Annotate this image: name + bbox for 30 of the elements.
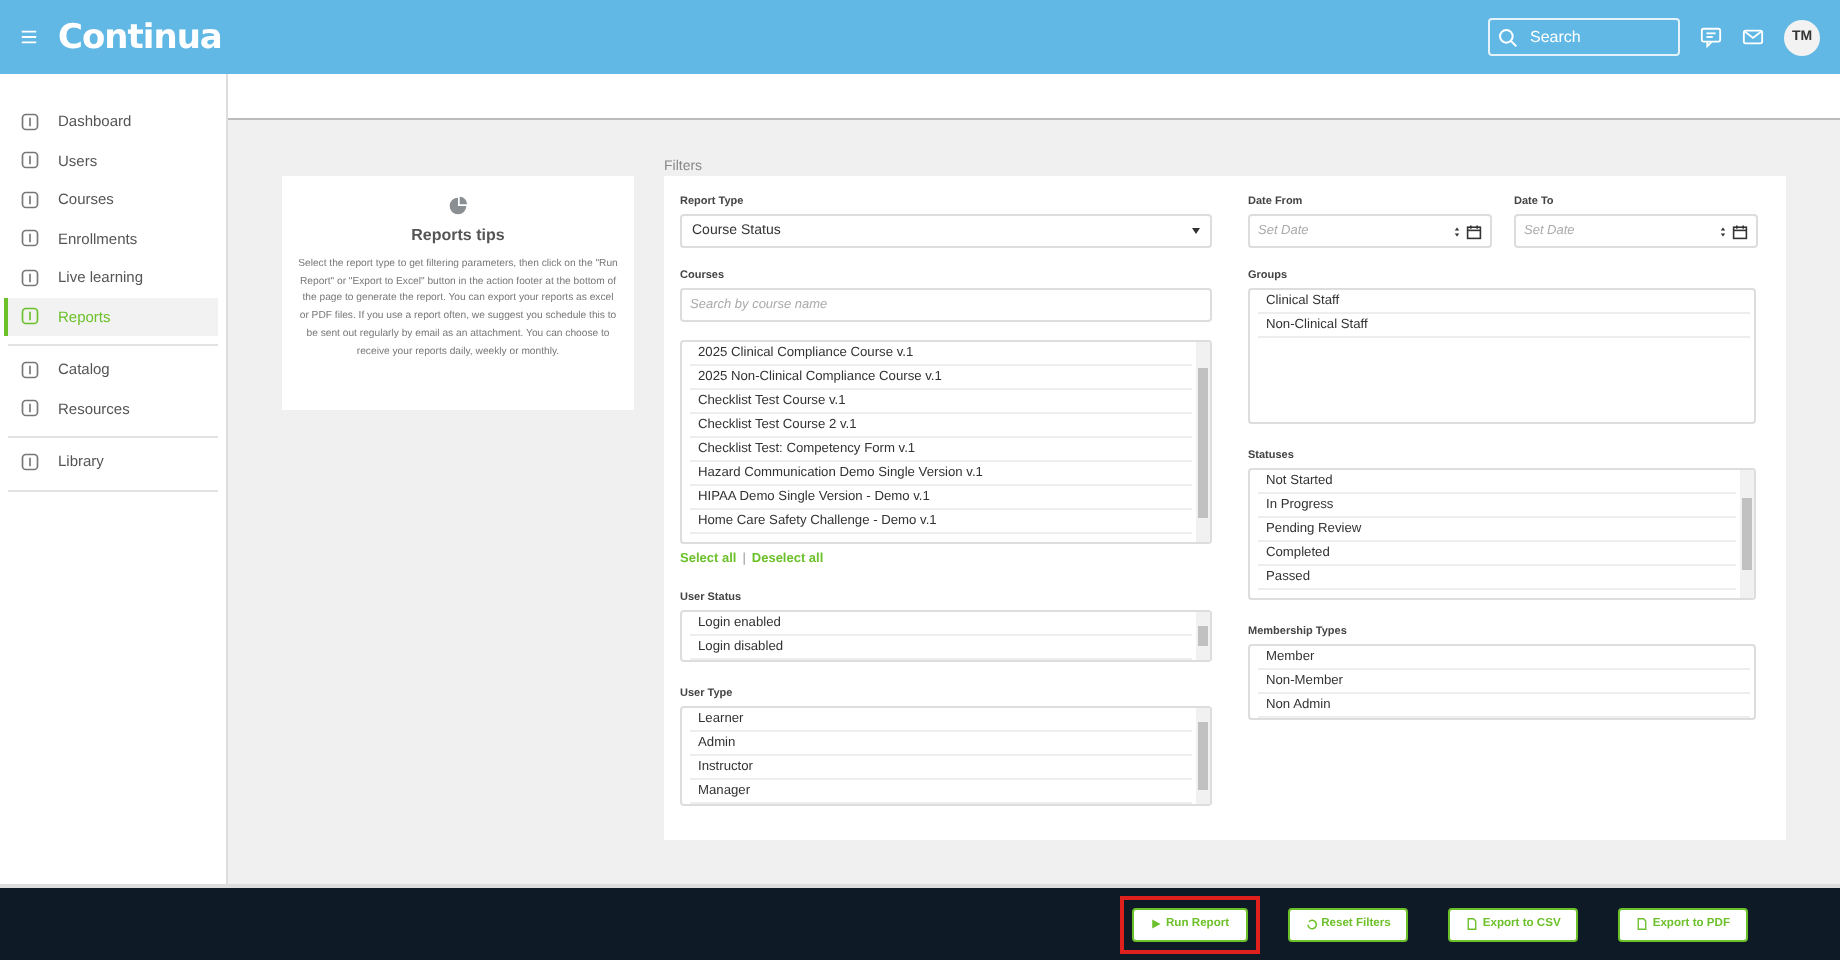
courses-list[interactable] [680,340,1212,544]
nav-icon [20,359,40,380]
search-icon [1498,27,1518,47]
nav-icon [20,189,40,210]
scrollbar[interactable] [1740,470,1754,598]
scrollbar[interactable] [1196,708,1210,804]
spinner-icon[interactable] [1720,225,1726,237]
nav-icon [20,228,40,249]
nav-icon [20,398,40,419]
nav-icon [20,306,40,327]
calendar-icon[interactable] [1466,223,1482,239]
pie-chart-icon [448,196,468,216]
nav-icon [20,451,40,472]
document-icon [1636,918,1649,930]
nav-icon [20,111,40,132]
tips-title: Reports tips [411,226,505,244]
search-field[interactable]: Search [1488,18,1680,56]
play-icon [1150,918,1162,930]
document-icon [1466,918,1479,930]
caret-icon [1192,228,1200,234]
nav-icon [20,267,40,288]
chat-icon[interactable] [1700,26,1722,48]
scrollbar[interactable] [1196,612,1210,660]
spinner-icon[interactable] [1454,225,1460,237]
mail-icon[interactable] [1742,26,1764,48]
nav-icon [20,150,40,171]
scrollbar[interactable] [1196,342,1210,542]
calendar-icon[interactable] [1732,223,1748,239]
menu-icon[interactable] [20,28,38,46]
reset-icon [1305,918,1318,930]
